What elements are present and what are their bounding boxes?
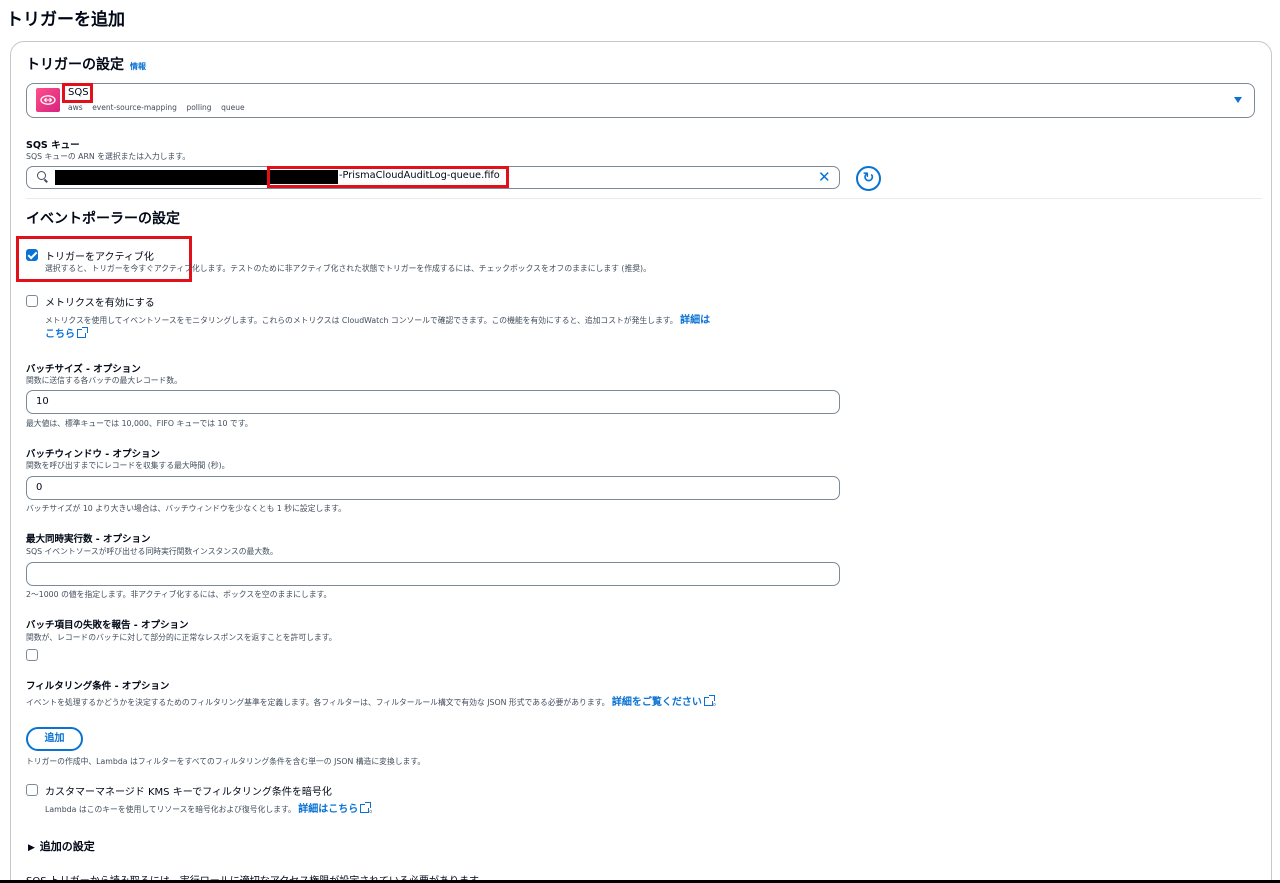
report-failures-checkbox[interactable] [26, 649, 38, 661]
filter-label: フィルタリング条件 - オプション [26, 681, 170, 692]
sqs-icon [36, 88, 60, 112]
source-name: SQS [68, 87, 89, 98]
chevron-down-icon[interactable] [1234, 97, 1242, 103]
filter-description-text: イベントを処理するかどうかを決定するためのフィルタリング基準を定義します。各フィ… [26, 698, 610, 707]
caret-right-icon: ▶ [28, 843, 35, 853]
source-select[interactable] [26, 83, 1255, 118]
event-poller-heading: イベントポーラーの設定 [26, 211, 180, 227]
activate-trigger-description: 選択すると、トリガーを今すぐアクティブ化します。テストのために非アクティブ化され… [45, 264, 651, 273]
clear-icon[interactable]: ✕ [818, 168, 831, 186]
metrics-description: メトリクスを使用してイベントソースをモニタリングします。これらのメトリクスは C… [45, 311, 710, 326]
batch-size-label: バッチサイズ - オプション [26, 364, 141, 375]
filter-details-link[interactable]: 詳細をご覧ください [612, 697, 702, 708]
batch-window-hint: バッチサイズが 10 より大きい場合は、バッチウィンドウを少なくとも 1 秒に設… [26, 504, 346, 513]
kms-description: Lambda はこのキーを使用してリソースを暗号化および復号化します。 詳細はこ… [45, 800, 377, 815]
metrics-link-line2[interactable]: こちら [45, 325, 88, 340]
add-filter-button[interactable]: 追加 [26, 727, 83, 751]
source-tag: event-source-mapping [92, 103, 177, 112]
source-tags: aws event-source-mapping polling queue [68, 103, 245, 112]
metrics-description-text: メトリクスを使用してイベントソースをモニタリングします。これらのメトリクスは C… [45, 316, 678, 325]
metrics-checkbox[interactable] [26, 295, 38, 307]
batch-window-label: バッチウィンドウ - オプション [26, 449, 161, 460]
metrics-label: メトリクスを有効にする [45, 298, 155, 309]
max-concurrency-description: SQS イベントソースが呼び出せる同時実行関数インスタンスの最大数。 [26, 547, 278, 556]
kms-checkbox[interactable] [26, 784, 38, 796]
max-concurrency-input[interactable] [26, 562, 840, 586]
trigger-settings-header: トリガーの設定 情報 [26, 54, 146, 74]
page-title: トリガーを追加 [6, 10, 125, 30]
refresh-icon[interactable]: ↻ [856, 166, 881, 191]
source-tag: queue [221, 103, 245, 112]
info-link[interactable]: 情報 [130, 62, 146, 71]
kms-description-text: Lambda はこのキーを使用してリソースを暗号化および復号化します。 [45, 805, 296, 814]
additional-settings-toggle[interactable]: ▶ 追加の設定 [28, 838, 95, 854]
sqs-queue-value: -PrismaCloudAuditLog-queue.fifo [339, 170, 500, 181]
report-failures-label: バッチ項目の失敗を報告 - オプション [26, 620, 189, 631]
kms-details-link[interactable]: 詳細はこちら [298, 804, 358, 815]
batch-size-hint: 最大値は、標準キューでは 10,000、FIFO キューでは 10 です。 [26, 419, 253, 428]
batch-size-description: 関数に送信する各バッチの最大レコード数。 [26, 376, 182, 385]
batch-window-description: 関数を呼び出すまでにレコードを収集する最大時間 (秒)。 [26, 461, 230, 470]
redacted-arn-prefix [55, 170, 270, 185]
filter-description: イベントを処理するかどうかを決定するためのフィルタリング基準を定義します。各フィ… [26, 693, 721, 708]
batch-size-input[interactable]: 10 [26, 390, 840, 414]
batch-window-input[interactable]: 0 [26, 476, 840, 500]
external-link-icon [77, 327, 88, 338]
external-link-icon [360, 802, 372, 813]
additional-settings-label: 追加の設定 [39, 840, 95, 853]
section-divider [26, 198, 1262, 199]
filter-hint: トリガーの作成中、Lambda はフィルターをすべてのフィルタリング条件を含む単… [26, 757, 426, 766]
redacted-arn-part [270, 170, 338, 184]
report-failures-description: 関数が、レコードのバッチに対して部分的に正常なレスポンスを返すことを許可します。 [26, 633, 337, 642]
metrics-details-link-2[interactable]: こちら [45, 329, 75, 340]
sqs-queue-label: SQS キュー [26, 140, 80, 151]
max-concurrency-hint: 2〜1000 の値を指定します。非アクティブ化するには、ボックスを空のままにしま… [26, 590, 332, 599]
max-concurrency-label: 最大同時実行数 - オプション [26, 534, 151, 545]
trigger-settings-heading: トリガーの設定 [26, 57, 124, 73]
activate-trigger-checkbox[interactable] [26, 249, 38, 261]
sqs-queue-description: SQS キューの ARN を選択または入力します。 [26, 152, 191, 161]
activate-trigger-label: トリガーをアクティブ化 [45, 252, 154, 263]
external-link-icon [703, 695, 715, 706]
kms-label: カスタマーマネージド KMS キーでフィルタリング条件を暗号化 [45, 787, 332, 798]
source-tag: polling [186, 103, 212, 112]
source-tag: aws [68, 103, 83, 112]
metrics-details-link[interactable]: 詳細は [680, 315, 710, 326]
